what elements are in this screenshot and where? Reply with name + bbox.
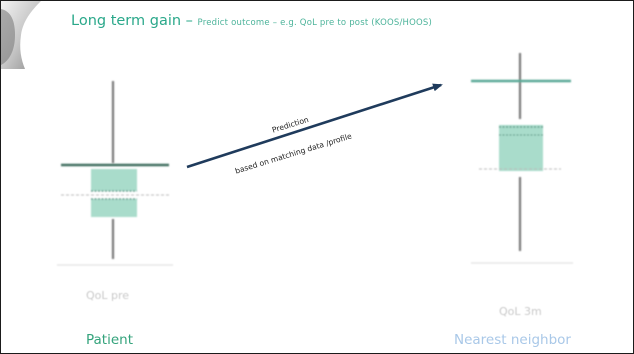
prediction-arrow <box>186 83 443 169</box>
neighbor-box <box>499 125 543 171</box>
patient-caption: Patient <box>86 332 134 348</box>
neighbor-axis-label: QoL 3m <box>499 305 542 318</box>
slide: Long term gain – Predict outcome – e.g. … <box>0 0 634 354</box>
patient-box-upper <box>91 169 137 191</box>
nearest-neighbor-caption: Nearest neighbor <box>454 332 571 348</box>
patient-box-lower <box>91 199 137 217</box>
patient-boxplot <box>57 81 173 266</box>
neighbor-boxplot <box>471 53 573 264</box>
patient-axis-label: QoL pre <box>86 289 130 302</box>
